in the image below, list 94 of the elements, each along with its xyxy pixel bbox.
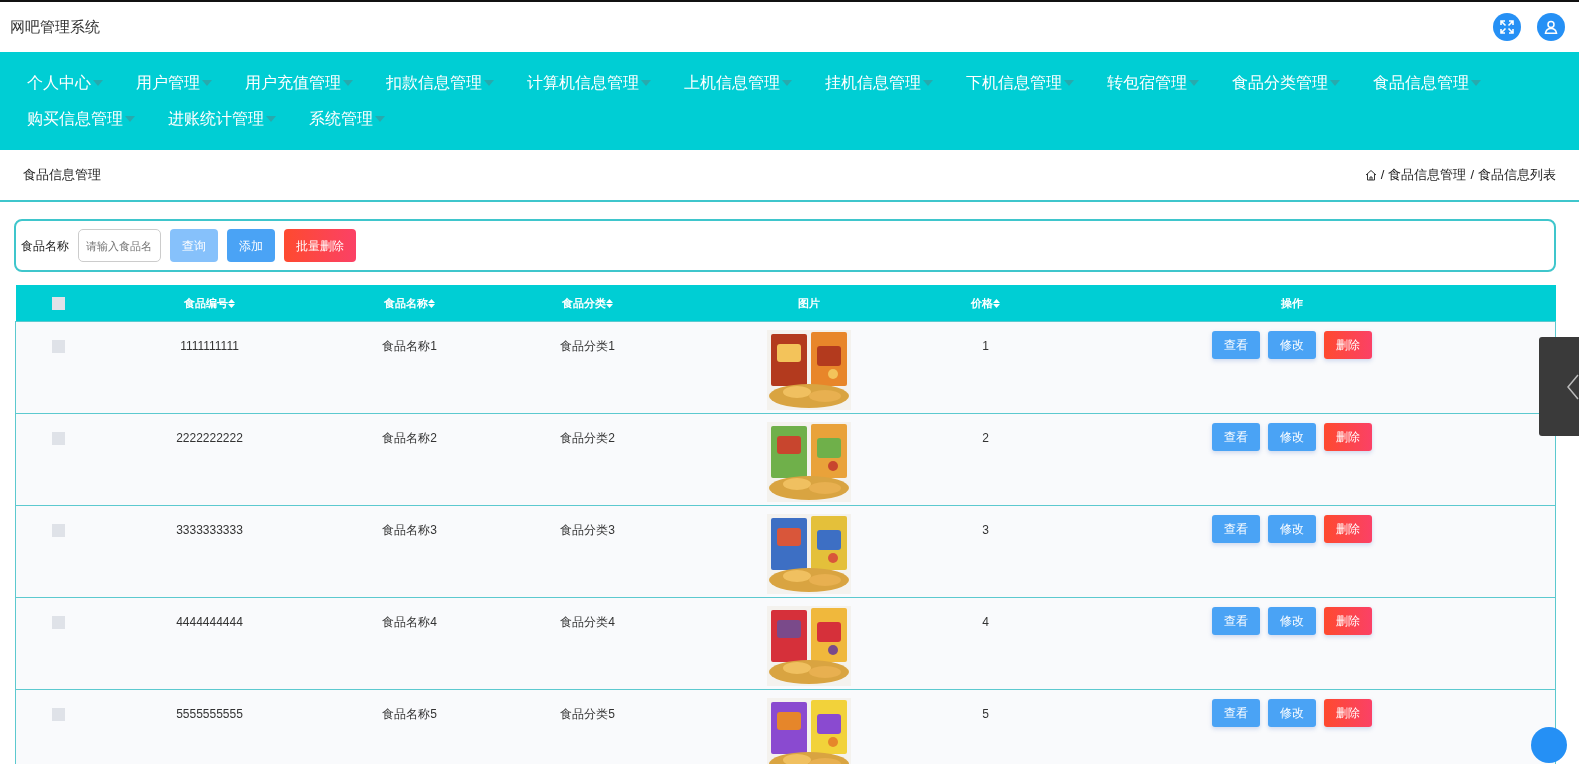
caret-icon <box>125 116 135 122</box>
column-header: 图片 <box>797 296 820 309</box>
table-cell: 食品名称2 <box>382 430 437 445</box>
table-cell: 4444444444 <box>176 614 243 629</box>
batch-delete-button[interactable]: 批量删除 <box>284 229 356 262</box>
caret-icon <box>1064 80 1074 86</box>
column-header[interactable]: 价格 <box>971 296 993 309</box>
view-button[interactable]: 查看 <box>1211 422 1260 451</box>
caret-icon <box>93 80 103 86</box>
delete-button[interactable]: 删除 <box>1323 606 1372 635</box>
checkbox[interactable] <box>51 339 65 353</box>
caret-icon <box>923 80 933 86</box>
table-cell: 3333333333 <box>176 522 243 537</box>
caret-icon <box>782 80 792 86</box>
table-cell: 5555555555 <box>176 706 243 721</box>
user-button[interactable] <box>1537 13 1565 41</box>
checkbox[interactable] <box>51 707 65 721</box>
nav-menu-item[interactable]: 个人中心 <box>27 70 103 96</box>
table-cell: 食品名称5 <box>382 706 437 721</box>
nav-menu-item[interactable]: 转包宿管理 <box>1107 70 1199 96</box>
caret-icon <box>266 116 276 122</box>
delete-button[interactable]: 删除 <box>1323 698 1372 727</box>
delete-button[interactable]: 删除 <box>1323 514 1372 543</box>
edit-button[interactable]: 修改 <box>1267 514 1316 543</box>
nav-menu-item[interactable]: 扣款信息管理 <box>386 70 494 96</box>
expand-icon <box>1500 20 1514 34</box>
caret-icon <box>1330 80 1340 86</box>
view-button[interactable]: 查看 <box>1211 698 1260 727</box>
caret-icon <box>484 80 494 86</box>
checkbox[interactable] <box>51 615 65 629</box>
breadcrumb-separator: / <box>1470 166 1474 185</box>
fullscreen-button[interactable] <box>1493 13 1521 41</box>
table-cell: 2222222222 <box>176 430 243 445</box>
caret-icon <box>1471 80 1481 86</box>
edit-button[interactable]: 修改 <box>1267 606 1316 635</box>
add-button[interactable]: 添加 <box>227 229 275 262</box>
table-cell: 食品分类1 <box>560 338 615 353</box>
chevron-left-icon <box>1567 373 1579 400</box>
nav-menu-item[interactable]: 上机信息管理 <box>684 70 792 96</box>
nav-menu-item[interactable]: 购买信息管理 <box>27 106 135 132</box>
table-cell: 食品名称4 <box>382 614 437 629</box>
side-panel-tab[interactable] <box>1539 337 1579 436</box>
page-title: 食品信息管理 <box>23 166 101 185</box>
nav-menu-item[interactable]: 用户管理 <box>136 70 212 96</box>
edit-button[interactable]: 修改 <box>1267 330 1316 359</box>
nav-menu-item[interactable]: 用户充值管理 <box>245 70 353 96</box>
edit-button[interactable]: 修改 <box>1267 698 1316 727</box>
search-label: 食品名称 <box>21 237 69 255</box>
search-button[interactable]: 查询 <box>170 229 218 262</box>
checkbox[interactable] <box>51 297 65 311</box>
table-cell: 4 <box>982 614 989 629</box>
table-cell: 1 <box>982 338 989 353</box>
caret-icon <box>1189 80 1199 86</box>
table-cell: 食品名称1 <box>382 338 437 353</box>
breadcrumb-current: 食品信息列表 <box>1478 166 1556 185</box>
view-button[interactable]: 查看 <box>1211 330 1260 359</box>
delete-button[interactable]: 删除 <box>1323 330 1372 359</box>
checkbox[interactable] <box>51 523 65 537</box>
view-button[interactable]: 查看 <box>1211 514 1260 543</box>
back-to-top-button[interactable] <box>1531 727 1567 763</box>
nav-menu-item[interactable]: 计算机信息管理 <box>527 70 651 96</box>
table-cell: 3 <box>982 522 989 537</box>
nav-menu-item[interactable]: 进账统计管理 <box>168 106 276 132</box>
delete-button[interactable]: 删除 <box>1323 422 1372 451</box>
checkbox[interactable] <box>51 431 65 445</box>
user-icon <box>1544 20 1558 34</box>
table-cell: 食品名称3 <box>382 522 437 537</box>
caret-icon <box>641 80 651 86</box>
nav-menu-item[interactable]: 系统管理 <box>309 106 385 132</box>
column-header[interactable]: 食品名称 <box>384 296 428 309</box>
nav-menu-item[interactable]: 下机信息管理 <box>966 70 1074 96</box>
table-cell: 2 <box>982 430 989 445</box>
caret-icon <box>343 80 353 86</box>
nav-menu-item[interactable]: 食品分类管理 <box>1232 70 1340 96</box>
home-icon <box>1364 169 1377 181</box>
table-cell: 1111111111 <box>180 338 239 353</box>
column-header: 操作 <box>1281 296 1303 309</box>
edit-button[interactable]: 修改 <box>1267 422 1316 451</box>
table-cell: 食品分类5 <box>560 706 615 721</box>
column-header[interactable]: 食品编号 <box>184 296 228 309</box>
nav-menu-item[interactable]: 食品信息管理 <box>1373 70 1481 96</box>
table-cell: 食品分类2 <box>560 430 615 445</box>
table-cell: 食品分类3 <box>560 522 615 537</box>
breadcrumb-separator: / <box>1380 166 1385 185</box>
view-button[interactable]: 查看 <box>1211 606 1260 635</box>
search-field[interactable]: 请输入食品名 <box>78 229 161 262</box>
app-title: 网吧管理系统 <box>10 16 100 37</box>
nav-menu-item[interactable]: 挂机信息管理 <box>825 70 933 96</box>
breadcrumb-link[interactable]: 食品信息管理 <box>1388 165 1467 185</box>
column-header[interactable]: 食品分类 <box>562 296 606 309</box>
table-cell: 食品分类4 <box>560 614 615 629</box>
caret-icon <box>375 116 385 122</box>
table-cell: 5 <box>982 706 989 721</box>
caret-icon <box>202 80 212 86</box>
